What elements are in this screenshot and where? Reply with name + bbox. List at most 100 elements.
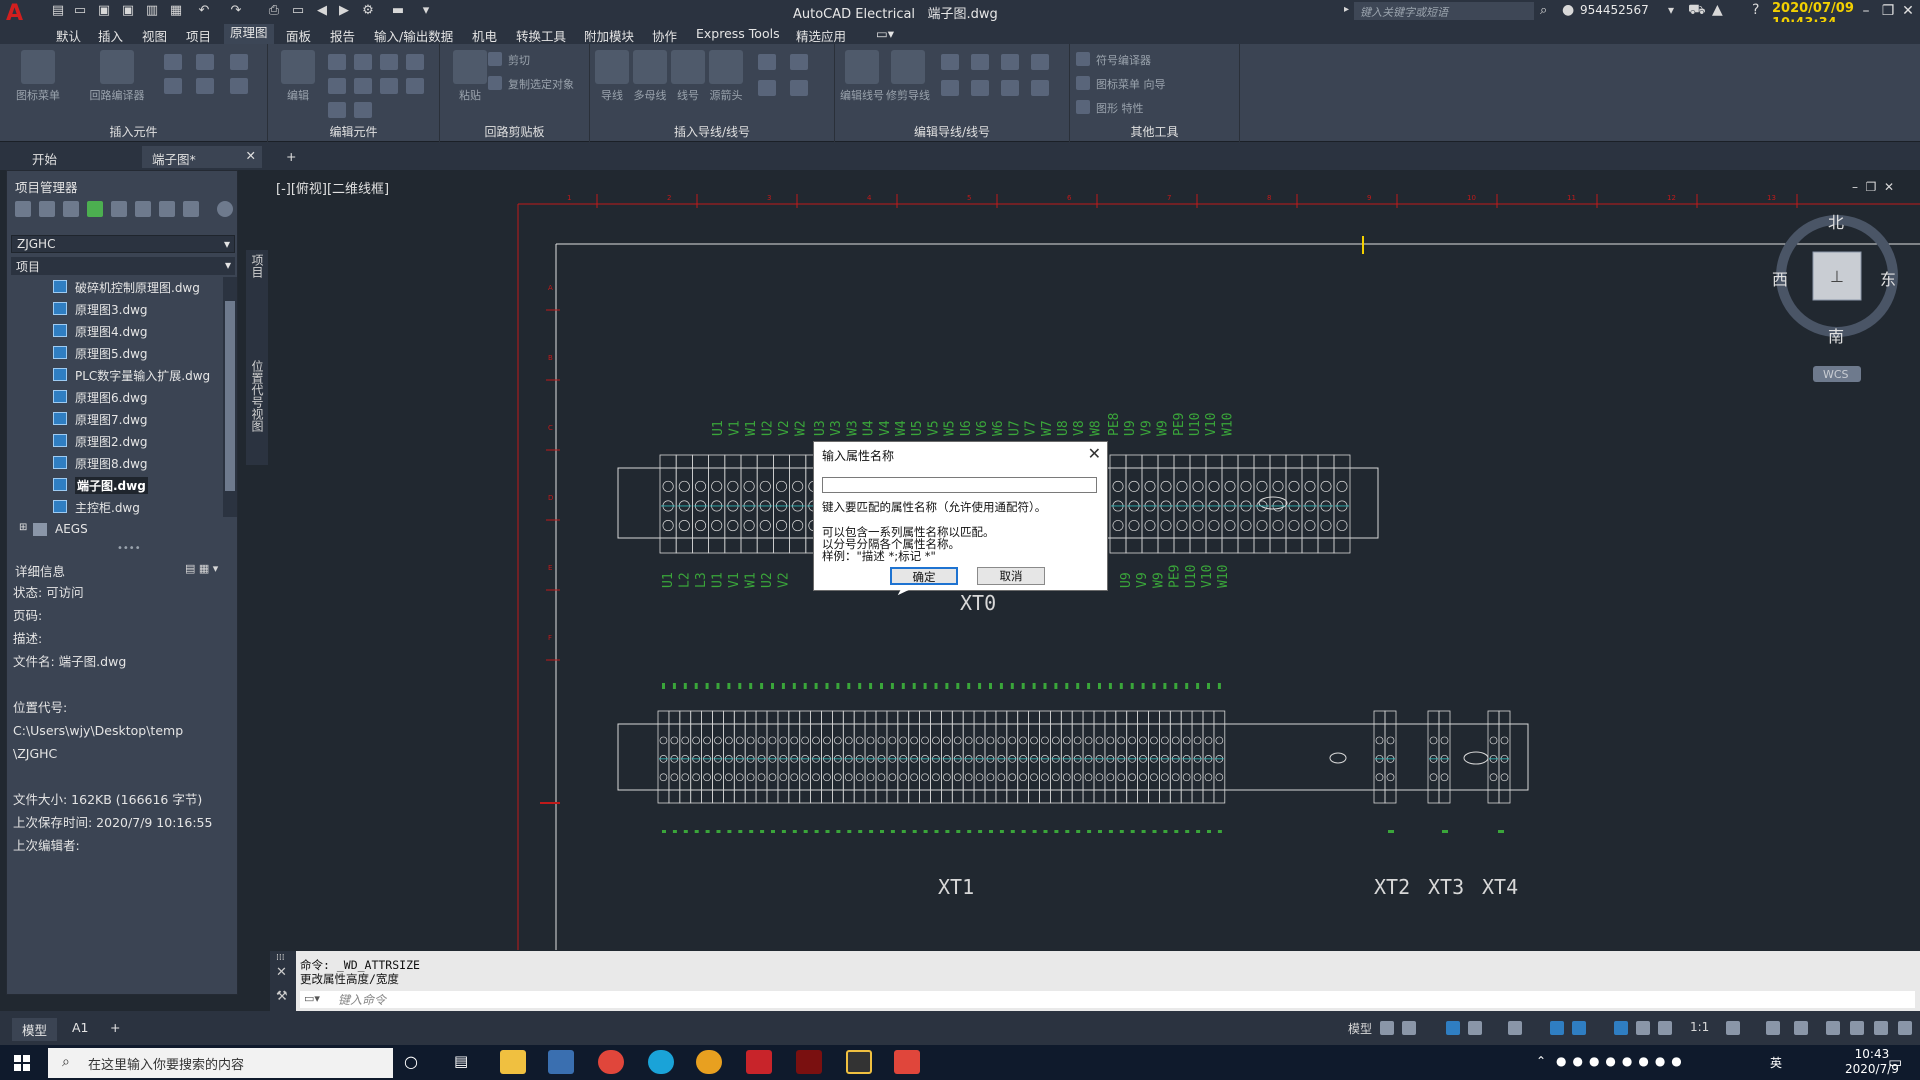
scale-selector[interactable]: 1:1 <box>1690 1020 1709 1034</box>
edit-tool-8-icon[interactable] <box>406 78 424 94</box>
icon-menu-wizard-label[interactable]: 图标菜单 向导 <box>1096 76 1166 92</box>
tab-electromechanical[interactable]: 机电 <box>472 26 497 45</box>
model-space-toggle[interactable]: 模型 <box>1348 1020 1372 1037</box>
layout-tab-model[interactable]: 模型 <box>12 1018 58 1041</box>
chevron-down-icon[interactable]: ▾ <box>225 258 231 272</box>
splitter-grip-icon[interactable]: •••• <box>117 543 141 554</box>
close-tab-icon[interactable]: ✕ <box>246 148 256 163</box>
edit-tool-6-icon[interactable] <box>354 78 372 94</box>
layer-icon[interactable]: ▬ <box>390 3 406 18</box>
gear-icon[interactable] <box>1726 1021 1740 1035</box>
redo-icon[interactable]: ↷ <box>228 3 244 18</box>
insert-tool-3-icon[interactable] <box>230 54 248 70</box>
qa-dropdown-icon[interactable]: ▾ <box>418 3 434 18</box>
grid-icon[interactable] <box>1380 1021 1394 1035</box>
taskbar-search-input[interactable]: 在这里输入你要搜索的内容 <box>48 1048 393 1078</box>
search-icon[interactable]: ⌕ <box>1540 3 1547 18</box>
tab-import-export[interactable]: 输入/输出数据 <box>374 26 453 45</box>
annotation-scale-icon[interactable] <box>1658 1021 1672 1035</box>
project-tasks-icon[interactable] <box>111 201 127 217</box>
circuit-builder-button[interactable]: 回路编译器 <box>82 50 152 103</box>
icon-menu-button[interactable]: 图标菜单 <box>12 50 64 103</box>
title-block-icon[interactable] <box>159 201 175 217</box>
edit-tool-9-icon[interactable] <box>328 102 346 118</box>
windows-start-icon[interactable] <box>14 1055 30 1071</box>
save-as-icon[interactable]: ▣ <box>120 3 136 18</box>
drawing-properties-label[interactable]: 图形 特性 <box>1096 100 1144 116</box>
symbol-builder-label[interactable]: 符号编译器 <box>1096 52 1151 68</box>
tab-featured-apps[interactable]: 精选应用 <box>796 26 846 45</box>
tab-collaborate[interactable]: 协作 <box>652 26 677 45</box>
tree-folder-aegs[interactable]: ⊞ AEGS <box>13 520 223 540</box>
list-item-selected[interactable]: 端子图.dwg <box>11 475 221 495</box>
trim-wire-button[interactable]: 修剪导线 <box>883 50 933 103</box>
edit-button[interactable]: 编辑 <box>272 50 324 103</box>
list-item[interactable]: 破碎机控制原理图.dwg <box>11 277 221 297</box>
chevron-down-icon[interactable]: ▾ <box>224 237 230 251</box>
autocad-taskbar-icon[interactable] <box>746 1050 772 1074</box>
insert-tool-5-icon[interactable] <box>196 78 214 94</box>
edit-tool-3-icon[interactable] <box>380 54 398 70</box>
open-project-icon[interactable] <box>15 201 31 217</box>
tab-addins[interactable]: 附加模块 <box>584 26 634 45</box>
cart-icon[interactable]: ⛟ <box>1688 2 1706 20</box>
ortho-icon[interactable] <box>1446 1021 1460 1035</box>
edit-wire-number-button[interactable]: 编辑线号 <box>837 50 887 103</box>
edit-wire-tool-8-icon[interactable] <box>1031 80 1049 96</box>
grip-icon[interactable]: ⁞⁞⁞ <box>276 953 285 963</box>
viewcube-north[interactable]: 北 <box>1828 213 1844 232</box>
new-project-icon[interactable] <box>39 201 55 217</box>
tree-scrollbar[interactable] <box>223 277 237 517</box>
user-dropdown-icon[interactable]: ▾ <box>1668 3 1674 17</box>
list-item[interactable]: 原理图6.dwg <box>11 387 221 407</box>
publish-icon[interactable]: ▥ <box>144 3 160 18</box>
side-tab-location-view[interactable]: 位置代号视图 <box>249 360 266 432</box>
save-icon[interactable]: ▣ <box>96 3 112 18</box>
plus-icon[interactable] <box>1766 1021 1780 1035</box>
polar-icon[interactable] <box>1468 1021 1482 1035</box>
viewcube-west[interactable]: 西 <box>1772 270 1788 289</box>
wire-tool-4-icon[interactable] <box>790 80 808 96</box>
tab-default[interactable]: 默认 <box>56 26 81 45</box>
viewport-window-controls[interactable]: – ❐ ✕ <box>1852 180 1894 194</box>
list-item[interactable]: 主控柜.dwg <box>11 497 221 517</box>
insert-tool-6-icon[interactable] <box>230 78 248 94</box>
close-icon[interactable]: ✕ <box>1898 1 1918 21</box>
tray-icons[interactable]: ●●●●●●●● <box>1556 1054 1688 1068</box>
file-explorer-icon[interactable] <box>500 1050 526 1074</box>
forward-arrow-icon[interactable]: ▶ <box>336 3 352 18</box>
list-item[interactable]: PLC数字量输入扩展.dwg <box>11 365 221 385</box>
command-prompt-icon[interactable]: ▭▾ <box>304 992 320 1005</box>
close-icon[interactable]: ✕ <box>276 965 287 980</box>
expand-icon[interactable]: ⊞ <box>19 522 27 533</box>
shield-icon[interactable] <box>846 1050 872 1074</box>
clean-screen-icon[interactable] <box>1850 1021 1864 1035</box>
edit-wire-tool-1-icon[interactable] <box>941 54 959 70</box>
tab-drawing[interactable]: 端子图* ✕ <box>142 146 262 168</box>
tab-start[interactable]: 开始 <box>22 146 67 168</box>
group-title[interactable]: 回路剪贴板 <box>440 123 589 140</box>
group-title[interactable]: 其他工具 <box>1070 123 1239 140</box>
edit-wire-tool-4-icon[interactable] <box>1031 54 1049 70</box>
cancel-button[interactable]: 取消 <box>977 567 1045 585</box>
undo-icon[interactable]: ↶ <box>196 3 212 18</box>
tab-express-tools[interactable]: Express Tools <box>696 26 780 41</box>
edit-tool-7-icon[interactable] <box>380 78 398 94</box>
ime-indicator[interactable]: 英 <box>1770 1054 1782 1071</box>
edit-tool-2-icon[interactable] <box>354 54 372 70</box>
edit-wire-tool-5-icon[interactable] <box>941 80 959 96</box>
close-icon[interactable]: ✕ <box>1088 444 1101 463</box>
icon-menu-wizard-icon[interactable] <box>1076 76 1090 90</box>
auto-scale-icon[interactable] <box>1636 1021 1650 1035</box>
add-layout-icon[interactable]: + <box>100 1018 130 1037</box>
drawing-properties-icon[interactable] <box>1076 100 1090 114</box>
edit-wire-tool-3-icon[interactable] <box>1001 54 1019 70</box>
scrollbar-thumb[interactable] <box>225 301 235 491</box>
tab-reports[interactable]: 报告 <box>330 26 355 45</box>
acrobat-icon[interactable] <box>796 1050 822 1074</box>
plot-project-icon[interactable] <box>183 201 199 217</box>
tab-panel[interactable]: 面板 <box>286 26 311 45</box>
wrench-icon[interactable]: ⚒ <box>276 989 288 1004</box>
autodesk-a360-icon[interactable]: ▲ <box>1712 2 1723 18</box>
tab-project[interactable]: 项目 <box>186 26 211 45</box>
